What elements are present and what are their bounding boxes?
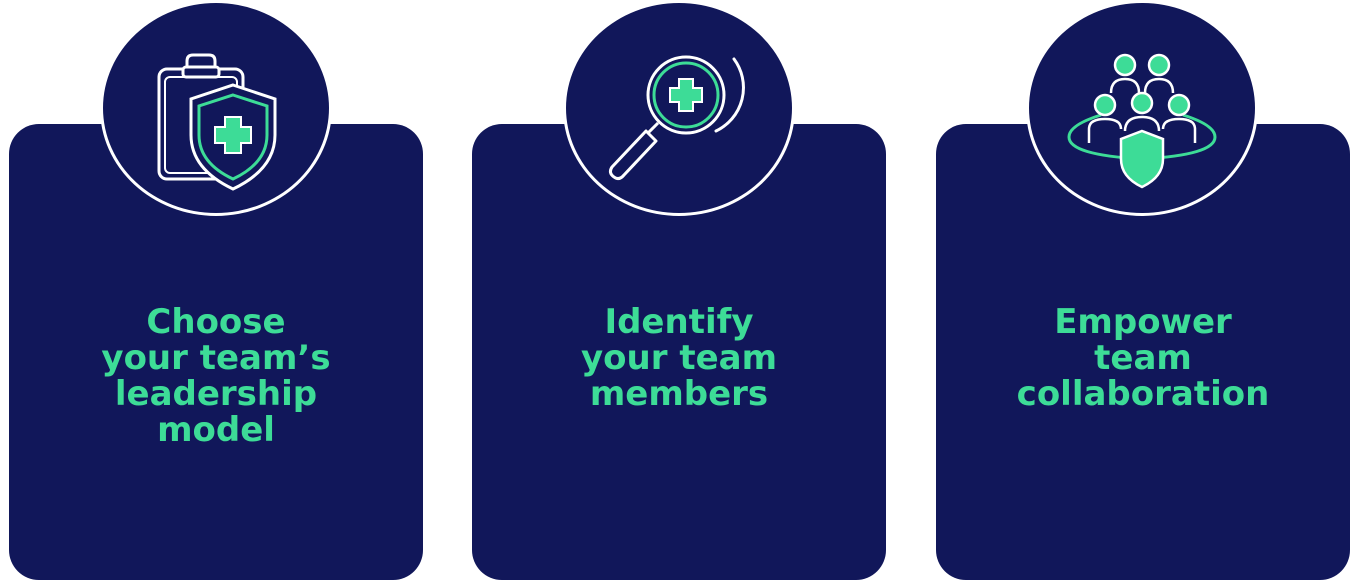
card-title-line: Choose: [146, 302, 286, 342]
card-title-line: Identify: [604, 302, 754, 342]
card-title-line: your team: [580, 338, 777, 378]
card-title-line: model: [157, 410, 275, 450]
card-title-line: Empower: [1054, 302, 1232, 342]
clipboard-shield-cross-icon: [100, 0, 332, 216]
card-title-line: team: [1094, 338, 1192, 378]
card-title-line: collaboration: [1016, 374, 1270, 414]
card-title-line: leadership: [114, 374, 318, 414]
card-title: Empower team collaboration: [936, 304, 1350, 412]
card-title: Choose your team’s leadership model: [9, 304, 423, 448]
card-title-line: members: [589, 374, 769, 414]
card-title-line: your team’s: [101, 338, 331, 378]
card-title: Identify your team members: [472, 304, 886, 412]
magnifier-cross-icon: [563, 0, 795, 216]
team-shield-icon: [1026, 0, 1258, 216]
